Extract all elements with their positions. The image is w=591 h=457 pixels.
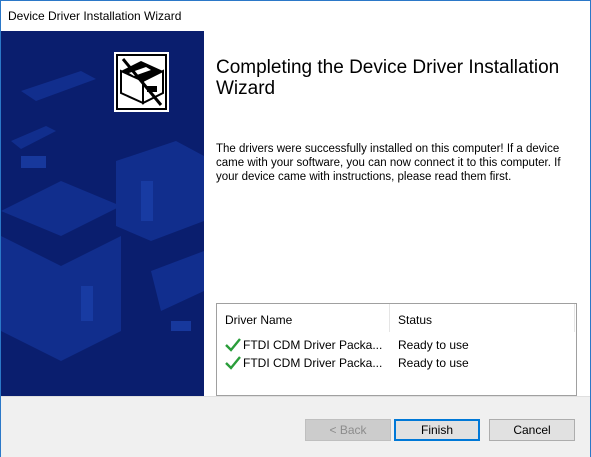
checkmark-icon bbox=[225, 338, 241, 352]
column-divider[interactable] bbox=[574, 304, 575, 332]
page-title: Completing the Device Driver Installatio… bbox=[216, 57, 560, 99]
list-item[interactable]: FTDI CDM Driver Packa... Ready to use bbox=[217, 355, 576, 372]
title-bar[interactable]: Device Driver Installation Wizard bbox=[1, 1, 590, 31]
driver-name: FTDI CDM Driver Packa... bbox=[243, 338, 383, 352]
button-bar: < Back Finish Cancel bbox=[1, 396, 590, 457]
wizard-side-panel bbox=[1, 31, 204, 396]
column-header-driver-name[interactable]: Driver Name bbox=[225, 313, 292, 327]
hardware-icon bbox=[114, 52, 169, 112]
driver-name: FTDI CDM Driver Packa... bbox=[243, 356, 383, 370]
driver-list[interactable]: Driver Name Status FTDI CDM Driver Packa… bbox=[216, 303, 577, 396]
checkmark-icon bbox=[225, 356, 241, 370]
column-divider[interactable] bbox=[389, 304, 390, 332]
cancel-button[interactable]: Cancel bbox=[489, 419, 575, 441]
driver-status: Ready to use bbox=[398, 356, 469, 370]
column-header-status[interactable]: Status bbox=[398, 313, 432, 327]
list-item[interactable]: FTDI CDM Driver Packa... Ready to use bbox=[217, 337, 576, 354]
completion-message: The drivers were successfully installed … bbox=[216, 143, 561, 183]
wizard-content: Completing the Device Driver Installatio… bbox=[204, 31, 590, 396]
window-title: Device Driver Installation Wizard bbox=[8, 9, 182, 23]
finish-button[interactable]: Finish bbox=[394, 419, 480, 441]
side-panel-graphic bbox=[1, 31, 204, 396]
wizard-window: Device Driver Installation Wizard Comple… bbox=[0, 0, 591, 457]
driver-status: Ready to use bbox=[398, 338, 469, 352]
back-button[interactable]: < Back bbox=[305, 419, 391, 441]
driver-list-header: Driver Name Status bbox=[217, 304, 576, 334]
